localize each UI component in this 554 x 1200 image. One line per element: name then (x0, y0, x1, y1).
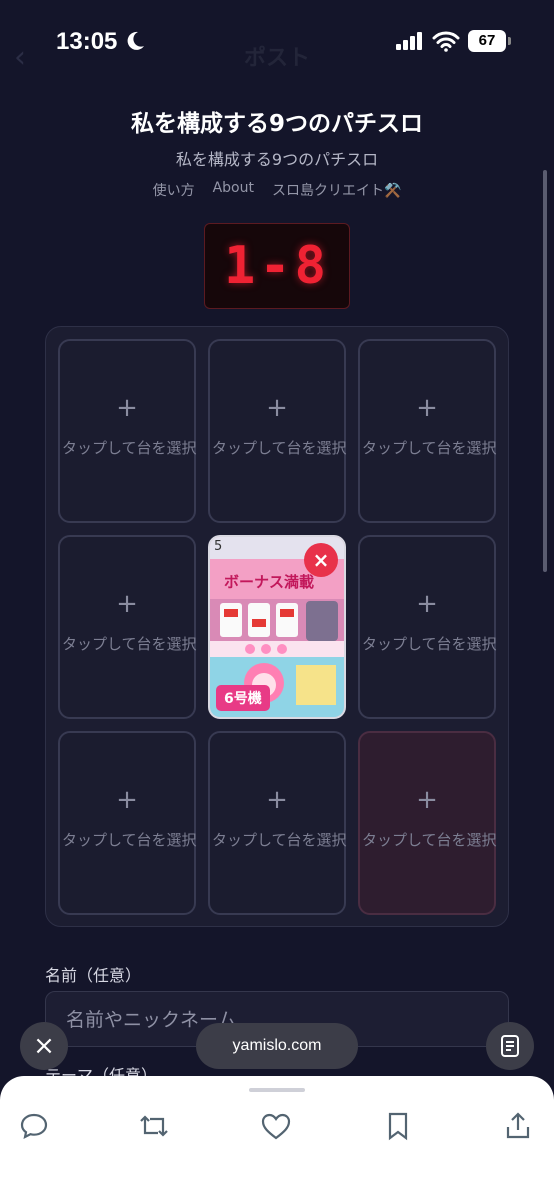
slot-label: タップして台を選択 (62, 635, 197, 653)
slot-label: タップして台を選択 (362, 439, 497, 457)
top-links: 使い方 About スロ島クリエイト⚒️ (0, 180, 554, 200)
moon-icon (127, 31, 144, 50)
bookmark-icon (388, 1112, 408, 1141)
status-bar: ‹ ポスト 13:05 67 (0, 0, 554, 84)
battery-tip (508, 37, 511, 45)
sheet-handle[interactable] (249, 1088, 305, 1092)
slot-9-active[interactable]: + タップして台を選択 (358, 731, 497, 915)
slot-1[interactable]: + タップして台を選択 (58, 339, 197, 523)
repost-button[interactable] (134, 1106, 174, 1146)
slot-8[interactable]: + タップして台を選択 (208, 731, 347, 915)
slot-3[interactable]: + タップして台を選択 (358, 339, 497, 523)
plus-icon: + (416, 785, 438, 815)
post-action-bar (0, 1076, 554, 1200)
bookmark-button[interactable] (378, 1106, 418, 1146)
page-subtitle: 私を構成する9つのパチスロ (175, 150, 379, 169)
plus-icon: + (416, 589, 438, 619)
slot-4[interactable]: + タップして台を選択 (58, 535, 197, 719)
slot-6[interactable]: + タップして台を選択 (358, 535, 497, 719)
slot-label: タップして台を選択 (62, 831, 197, 849)
status-time: 13:05 (56, 28, 118, 55)
close-browser-button[interactable]: × (20, 1022, 68, 1070)
remove-button[interactable]: × (304, 543, 338, 577)
reply-icon (20, 1113, 48, 1140)
link-about[interactable]: About (213, 180, 254, 200)
name-label: 名前（任意） (45, 966, 142, 985)
repost-icon (140, 1115, 168, 1137)
share-button[interactable] (498, 1106, 538, 1146)
slot-number: 5 (214, 539, 223, 554)
plus-icon: + (116, 589, 138, 619)
slot-label: タップして台を選択 (212, 831, 347, 849)
domain-pill[interactable]: yamislo.com (196, 1023, 358, 1069)
slot-label: タップして台を選択 (62, 439, 197, 457)
plus-icon: + (266, 393, 288, 423)
reply-button[interactable] (14, 1106, 54, 1146)
plus-icon: + (416, 393, 438, 423)
wifi-icon (432, 31, 460, 52)
link-creator[interactable]: スロ島クリエイト⚒️ (272, 180, 401, 200)
page-title: 私を構成する9つのパチスロ (130, 111, 423, 137)
like-button[interactable] (256, 1106, 296, 1146)
reader-icon (501, 1035, 519, 1057)
slot-5-filled[interactable]: ボーナス満載 5 × 6号機 (208, 535, 346, 719)
battery-indicator: 67 (468, 30, 506, 52)
slot-label: タップして台を選択 (212, 439, 347, 457)
slot-label: タップして台を選択 (362, 635, 497, 653)
slot-7[interactable]: + タップして台を選択 (58, 731, 197, 915)
machine-title-art: ボーナス満載 (224, 573, 314, 591)
scrollbar[interactable] (543, 170, 547, 572)
selection-counter: 1-8 (204, 223, 350, 309)
plus-icon: + (116, 393, 138, 423)
reader-button[interactable] (486, 1022, 534, 1070)
signal-icon (396, 32, 422, 50)
machine-grid: + タップして台を選択 + タップして台を選択 + タップして台を選択 + タッ… (45, 326, 509, 927)
slot-2[interactable]: + タップして台を選択 (208, 339, 347, 523)
plus-icon: + (116, 785, 138, 815)
like-icon (261, 1113, 291, 1140)
plus-icon: + (266, 785, 288, 815)
share-icon (506, 1112, 530, 1139)
link-usage[interactable]: 使い方 (153, 180, 195, 200)
machine-generation-badge: 6号機 (216, 685, 270, 711)
slot-label: タップして台を選択 (362, 831, 497, 849)
